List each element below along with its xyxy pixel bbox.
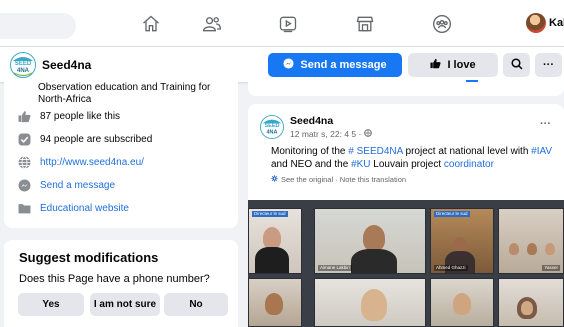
suggest-title: Suggest modifications [19, 250, 159, 265]
participant-body [351, 249, 397, 273]
hashtag-link[interactable]: #KU [351, 159, 370, 170]
suggest-modifications-card: Suggest modifications Does this Page hav… [4, 240, 238, 327]
website-link[interactable]: http://www.seed4na.eu/ [40, 157, 144, 168]
ellipsis-icon: ··· [543, 59, 554, 71]
tile-name: Ahmed Ghazzi [434, 265, 468, 271]
participant-face [453, 293, 471, 315]
category-link[interactable]: Educational website [40, 203, 129, 214]
send-message-label: Send a message [300, 59, 387, 71]
user-avatar[interactable] [526, 13, 546, 33]
post-text: Monitoring of the # SEED4NA project at n… [271, 145, 556, 171]
video-tile: Aimane Lakbiri [314, 208, 426, 274]
post-author-avatar[interactable]: SEED 4NA [260, 115, 284, 139]
post-text-part: Louvain project [370, 159, 444, 170]
page-search-button[interactable] [503, 53, 530, 77]
post-card: SEED 4NA Seed4na 12 matr s, 22: 4 5 · ··… [248, 104, 564, 327]
likes-count: 87 people like this [40, 110, 121, 122]
post-text-part: and NEO and the [271, 159, 352, 170]
tile-label: Directeur le sud [252, 211, 288, 217]
globe-icon [18, 155, 31, 169]
page-name[interactable]: Seed4na [42, 58, 91, 72]
tile-name: Aimane Lakbiri [318, 265, 352, 271]
like-label: I love [447, 59, 476, 71]
hashtag-link[interactable]: # SEED4NA [348, 146, 402, 157]
post-text-part: project at national level with [402, 146, 532, 157]
hashtag-link[interactable]: #IAV [531, 146, 552, 157]
category-row[interactable]: Educational website [18, 200, 129, 216]
participant-face [363, 225, 385, 251]
messenger-icon [18, 179, 31, 192]
message-row[interactable]: Send a message [18, 177, 115, 193]
video-tile [498, 278, 564, 327]
post-author[interactable]: Seed4na [290, 115, 333, 127]
subscribers-count: 94 people are subscribed [40, 133, 153, 145]
seed4na-logo[interactable]: SEED 4NA [10, 52, 36, 78]
suggest-question: Does this Page have a phone number? [19, 273, 210, 285]
about-card: Observation education and Training for N… [4, 82, 238, 228]
video-tile: Directeur le sud Ahmed Ghazzi [430, 208, 494, 274]
participant-face [521, 301, 533, 315]
participant-face [263, 227, 281, 249]
previous-post-card [248, 80, 564, 96]
marketplace-icon[interactable] [353, 12, 377, 36]
participant-face [361, 289, 387, 321]
video-tile [248, 278, 302, 327]
video-tile: Yasser [498, 208, 564, 274]
post-text-part: Monitoring of the [271, 146, 349, 157]
participant-face [509, 243, 519, 255]
search-box[interactable] [0, 13, 76, 39]
globe-icon [364, 129, 373, 139]
participant-face [527, 243, 537, 255]
like-page-button[interactable]: I love [408, 53, 498, 77]
tile-label: Directeur le sud [434, 211, 470, 217]
user-name[interactable]: Kah [549, 17, 564, 29]
translation-row: See the original · Note this translation [271, 175, 406, 184]
video-tile [430, 278, 494, 327]
watch-icon[interactable] [276, 12, 300, 36]
page-description: Observation education and Training for N… [38, 82, 211, 105]
tile-name: Yasser [542, 265, 560, 271]
gear-icon [271, 175, 278, 184]
translation-links[interactable]: See the original · Note this translation [281, 175, 406, 184]
thumbs-up-icon [430, 58, 441, 72]
video-tile: Directeur le sud [248, 208, 302, 274]
scroll-indicator [466, 80, 478, 82]
participant-face [545, 243, 555, 255]
no-button[interactable]: No [164, 293, 228, 316]
subscribers-row: 94 people are subscribed [18, 131, 152, 147]
more-options-button[interactable]: ··· [535, 53, 562, 77]
post-options-button[interactable]: ··· [540, 118, 551, 130]
folder-icon [18, 202, 31, 215]
yes-button[interactable]: Yes [18, 293, 84, 316]
likes-row: 87 people like this [18, 108, 120, 124]
send-message-button[interactable]: Send a message [268, 53, 402, 77]
participant-body [255, 247, 289, 273]
thumbs-up-icon [18, 110, 31, 123]
messenger-icon [283, 58, 294, 72]
mention-link[interactable]: coordinator [444, 159, 494, 170]
groups-icon[interactable] [430, 12, 454, 36]
friends-icon[interactable] [200, 12, 224, 36]
home-icon[interactable] [139, 12, 163, 36]
svg-text:SEED: SEED [264, 123, 279, 129]
post-photo[interactable]: Directeur le sud Aimane Lakbiri Directeu… [248, 200, 564, 327]
video-tile [314, 278, 426, 327]
svg-text:4NA: 4NA [17, 68, 30, 74]
post-meta: 12 matr s, 22: 4 5 · [290, 129, 373, 139]
search-icon [510, 57, 523, 73]
top-navigation-bar: Kah [0, 0, 564, 46]
svg-text:SEED: SEED [15, 61, 32, 67]
website-row[interactable]: http://www.seed4na.eu/ [18, 154, 144, 170]
send-message-link[interactable]: Send a message [40, 180, 115, 191]
page-header: SEED 4NA Seed4na Send a message I love ·… [0, 46, 564, 82]
participant-face [265, 293, 283, 315]
post-date[interactable]: 12 matr s, 22: 4 5 · [290, 129, 361, 139]
svg-text:4NA: 4NA [266, 129, 277, 135]
check-square-icon [18, 133, 31, 146]
not-sure-button[interactable]: I am not sure [90, 293, 160, 316]
